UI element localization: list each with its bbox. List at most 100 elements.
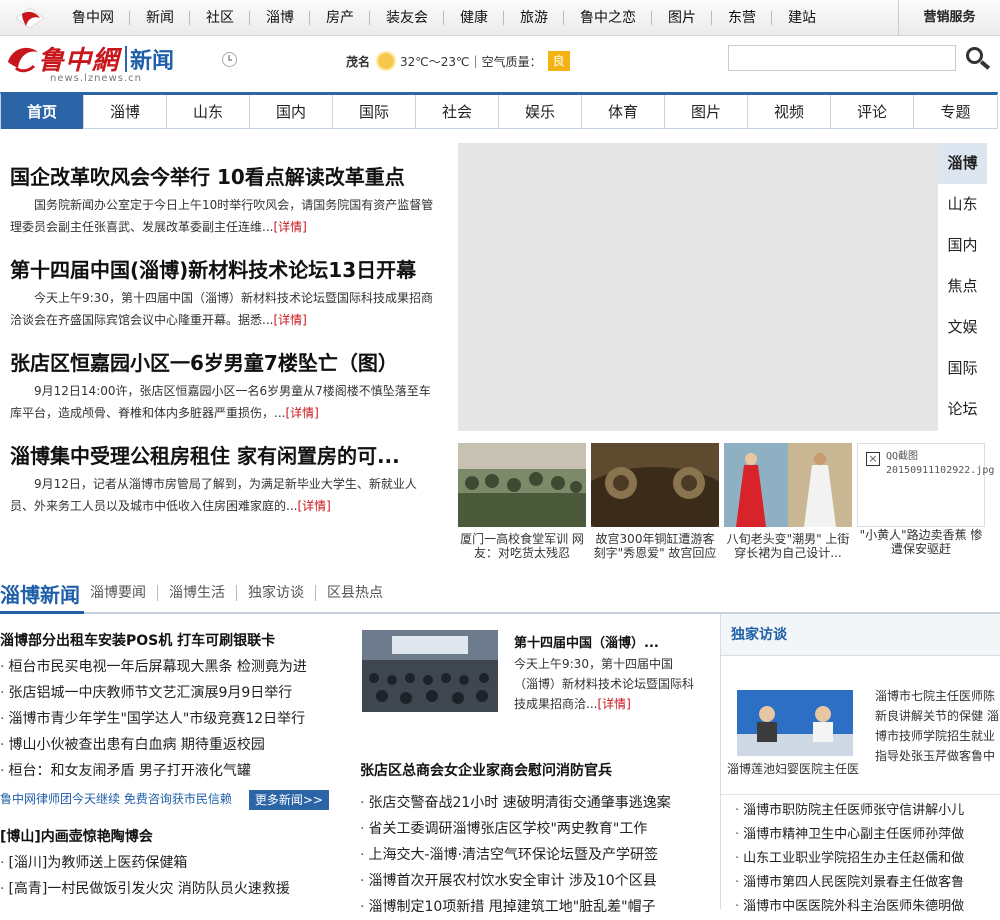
top-nav-item[interactable]: 旅游	[504, 0, 564, 36]
detail-link[interactable]: [详情]	[273, 313, 306, 327]
slider-tab[interactable]: 论坛	[938, 389, 987, 430]
list-item[interactable]: [高青]一村民做饭引发火灾 消防队员火速救援	[0, 876, 335, 902]
list-item[interactable]: 张店铝城一中庆教师节文艺汇演展9月9日举行	[0, 680, 335, 706]
top-nav-item[interactable]: 新闻	[130, 0, 190, 36]
list-item[interactable]: 淄博制定10项新措 甩掉建筑工地"脏乱差"帽子	[360, 894, 700, 920]
marketing-service-link[interactable]: 营销服务	[898, 0, 1000, 36]
top-nav-item[interactable]: 淄博	[250, 0, 310, 36]
headline-title[interactable]: 国企改革吹风会今举行 10看点解读改革重点	[10, 160, 440, 194]
thumb-caption[interactable]: "小黄人"路边卖香蕉 惨遭保安驱赶	[857, 528, 985, 556]
main-nav-tab[interactable]: 视频	[748, 95, 831, 129]
search-button[interactable]	[960, 45, 998, 71]
main-nav-tab[interactable]: 山东	[167, 95, 250, 129]
headline-summary-text: 9月12日，记者从淄博市房管局了解到，为满足新毕业大学生、新就业人员、外来务工人…	[10, 477, 417, 513]
section-link[interactable]: 区县热点	[316, 585, 394, 601]
main-nav-tab[interactable]: 评论	[831, 95, 914, 129]
main-nav-tab[interactable]: 体育	[582, 95, 665, 129]
main-nav-tab[interactable]: 图片	[665, 95, 748, 129]
feature-image[interactable]	[362, 630, 498, 712]
thumb-caption[interactable]: 八旬老头变"潮男" 上街穿长裙为自己设计...	[724, 532, 852, 560]
section-links: 淄博要闻 淄博生活 独家访谈 区县热点	[90, 585, 394, 601]
search-input[interactable]	[728, 45, 956, 71]
sub-headline[interactable]: [博山]内画壶惊艳陶博会	[0, 824, 335, 850]
list-item[interactable]: 上海交大-淄博·清洁空气环保论坛暨及产学研签	[360, 842, 700, 868]
thumb-image	[458, 443, 586, 527]
thumb-item[interactable]: × QQ截图20150911102922.jpg "小黄人"路边卖香蕉 惨遭保安…	[857, 443, 994, 556]
list-item[interactable]: 桓台市民买电视一年后屏幕现大黑条 检测竟为进	[0, 654, 335, 680]
top-nav-item[interactable]: 房产	[310, 0, 370, 36]
thumb-item[interactable]: 八旬老头变"潮男" 上街穿长裙为自己设计...	[724, 443, 852, 560]
top-nav-item[interactable]: 建站	[772, 0, 832, 36]
lead-headline[interactable]: 淄博部分出租车安装POS机 打车可刷银联卡	[0, 628, 335, 654]
list-item[interactable]: 淄博市职防院主任医师张守信讲解小儿	[735, 799, 1000, 823]
slider-tab[interactable]: 国内	[938, 225, 987, 266]
headline-story: 第十四届中国(淄博)新材料技术论坛13日开幕 今天上午9:30，第十四届中国（淄博…	[10, 253, 440, 346]
list-item[interactable]: 山东工业职业学院招生办主任赵儒和做	[735, 847, 1000, 871]
main-nav-tab[interactable]: 淄博	[84, 95, 167, 129]
top-nav-item[interactable]: 东营	[712, 0, 772, 36]
detail-link[interactable]: [详情]	[297, 499, 330, 513]
section2-headline[interactable]: 张店区总商会女企业家商会慰问消防官兵	[360, 752, 700, 790]
top-nav-item[interactable]: 健康	[444, 0, 504, 36]
top-nav-item[interactable]: 图片	[652, 0, 712, 36]
promo-link[interactable]: 鲁中网律师团今天继续 免费咨询获市民信赖	[0, 792, 232, 806]
interview-header[interactable]: 独家访谈	[721, 614, 1000, 656]
list-item[interactable]: 淄博市中医医院外科主治医师朱德明做	[735, 895, 1000, 919]
top-nav-item[interactable]: 装友会	[370, 0, 444, 36]
headline-title[interactable]: 第十四届中国(淄博)新材料技术论坛13日开幕	[10, 253, 440, 287]
feature-more-link[interactable]: [详情]	[597, 697, 630, 711]
list-item[interactable]: 淄博市青少年学生"国学达人"市级竞赛12日举行	[0, 706, 335, 732]
search-box	[728, 45, 998, 71]
site-logo[interactable]: 鲁中網 新闻 news.lznews.cn	[4, 40, 194, 84]
more-news-button[interactable]: 更多新闻>>	[248, 790, 329, 810]
slider-tab[interactable]: 焦点	[938, 266, 987, 307]
main-nav-tab[interactable]: 国际	[333, 95, 416, 129]
section-link[interactable]: 淄博要闻	[90, 585, 158, 601]
broken-image-alt: QQ截图20150911102922.jpg	[886, 451, 995, 476]
detail-link[interactable]: [详情]	[273, 220, 306, 234]
top-nav-item[interactable]: 鲁中网	[56, 0, 130, 36]
photo-slider[interactable]	[458, 143, 938, 431]
top-nav-item[interactable]: 社区	[190, 0, 250, 36]
slider-tab[interactable]: 山东	[938, 184, 987, 225]
list-item[interactable]: 张店交警奋战21小时 速破明清街交通肇事逃逸案	[360, 790, 700, 816]
top-nav-item[interactable]: 鲁中之恋	[564, 0, 652, 36]
site-mini-logo-icon[interactable]	[10, 4, 50, 32]
main-nav-tab[interactable]: 首页	[1, 95, 84, 129]
sub-news-list: [淄川]为教师送上医药保健箱[高青]一村民做饭引发火灾 消防队员火速救援	[0, 850, 335, 902]
feature-title[interactable]: 第十四届中国（淄博）...	[514, 632, 694, 651]
list-item[interactable]: 淄博市精神卫生中心副主任医师孙萍做	[735, 823, 1000, 847]
interview-summary[interactable]: 淄博市七院主任医师陈新良讲解关节的保健 淄博市技师学院招生就业指导处张玉芹做客鲁…	[875, 686, 999, 770]
thumb-caption[interactable]: 故宫300年铜缸遭游客刻字"秀恩爱" 故宫回应	[591, 532, 719, 560]
search-icon-handle	[979, 60, 991, 70]
main-nav-tab[interactable]: 国内	[250, 95, 333, 129]
list-item[interactable]: [淄川]为教师送上医药保健箱	[0, 850, 335, 876]
main-nav-tab[interactable]: 专题	[914, 95, 997, 129]
slider-tab[interactable]: 文娱	[938, 307, 987, 348]
slider-tab[interactable]: 国际	[938, 348, 987, 389]
thumb-item[interactable]: 厦门一高校食堂军训 网友：对吃货太残忍	[458, 443, 586, 560]
headline-title[interactable]: 淄博集中受理公租房租住 家有闲置房的可...	[10, 439, 440, 473]
interview-caption[interactable]: 淄博莲池妇婴医院主任医	[727, 760, 859, 777]
slider-tab[interactable]: 淄博	[938, 143, 987, 184]
section-title[interactable]: 淄博新闻	[0, 578, 84, 614]
list-item[interactable]: 淄博首次开展农村饮水安全审计 涉及10个区县	[360, 868, 700, 894]
thumb-item[interactable]: 故宫300年铜缸遭游客刻字"秀恩爱" 故宫回应	[575, 443, 735, 560]
detail-link[interactable]: [详情]	[285, 406, 318, 420]
feature-story: 第十四届中国（淄博）... 今天上午9:30，第十四届中国（淄博）新材料技术论坛…	[360, 628, 700, 748]
interview-feature: 淄博莲池妇婴医院主任医 淄博市七院主任医师陈新良讲解关节的保健 淄博市技师学院招…	[721, 656, 1000, 794]
headline-title[interactable]: 张店区恒嘉园小区一6岁男童7楼坠亡（图）	[10, 346, 440, 380]
thumb-caption[interactable]: 厦门一高校食堂军训 网友：对吃货太残忍	[458, 532, 586, 560]
thumb-image	[575, 443, 735, 539]
main-nav-tab[interactable]: 娱乐	[499, 95, 582, 129]
section-link[interactable]: 独家访谈	[237, 585, 316, 601]
main-nav-tab[interactable]: 社会	[416, 95, 499, 129]
list-item[interactable]: 博山小伙被查出患有白血病 期待重返校园	[0, 732, 335, 758]
interview-list: 淄博市职防院主任医师张守信讲解小儿淄博市精神卫生中心副主任医师孙萍做山东工业职业…	[721, 794, 1000, 919]
list-item[interactable]: 淄博市第四人民医院刘景春主任做客鲁	[735, 871, 1000, 895]
list-item[interactable]: 桓台：和女友闹矛盾 男子打开液化气罐	[0, 758, 335, 784]
interview-image[interactable]	[737, 690, 853, 756]
list-item[interactable]: 省关工委调研淄博张店区学校"两史教育"工作	[360, 816, 700, 842]
section-link[interactable]: 淄博生活	[158, 585, 237, 601]
headline-summary: 9月12日，记者从淄博市房管局了解到，为满足新毕业大学生、新就业人员、外来务工人…	[10, 473, 440, 519]
